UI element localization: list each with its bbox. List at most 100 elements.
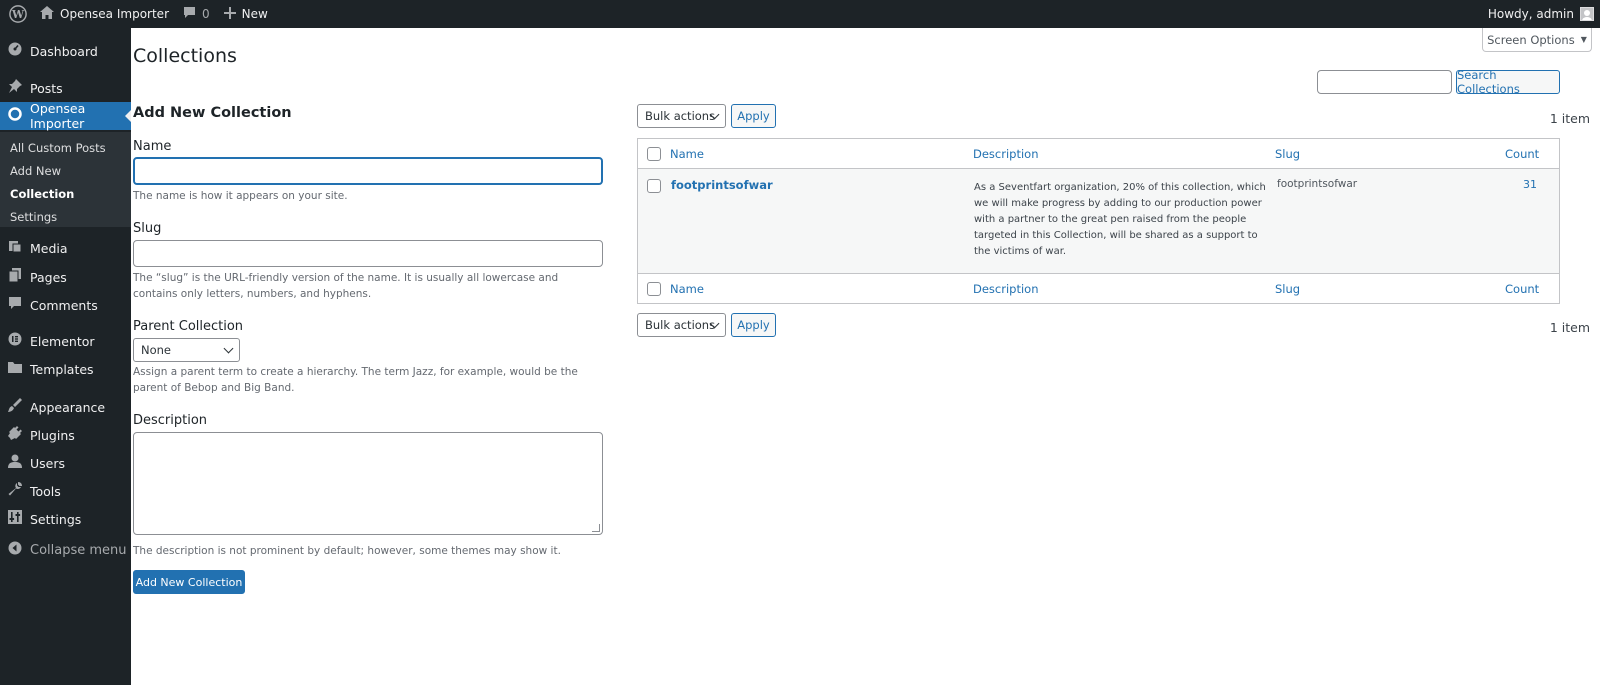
description-textarea[interactable] bbox=[133, 432, 603, 535]
collapse-menu-label: Collapse menu bbox=[30, 542, 127, 558]
submenu-item-all-custom-posts[interactable]: All Custom Posts bbox=[10, 141, 106, 155]
select-all-checkbox[interactable] bbox=[647, 147, 661, 161]
parent-collection-label: Parent Collection bbox=[133, 319, 244, 334]
table-footer: Name Description Slug Count bbox=[638, 273, 1559, 303]
name-help: The name is how it appears on your site. bbox=[133, 190, 348, 202]
submenu-item-add-new[interactable]: Add New bbox=[10, 164, 61, 178]
slug-help: The “slug” is the URL-friendly version o… bbox=[133, 272, 559, 300]
comment-icon bbox=[0, 296, 30, 314]
form-title: Add New Collection bbox=[133, 105, 292, 121]
bulk-actions-select-top[interactable]: Bulk actions bbox=[637, 104, 726, 128]
parent-help: Assign a parent term to create a hierarc… bbox=[133, 366, 578, 394]
my-account-link[interactable]: Howdy, admin bbox=[1481, 0, 1600, 28]
bulk-actions-label: Bulk actions bbox=[645, 109, 716, 123]
comments-count: 0 bbox=[202, 7, 210, 21]
sidebar-item-label: Media bbox=[30, 240, 68, 256]
wordpress-logo-icon[interactable]: W bbox=[3, 0, 33, 28]
sidebar-item-label: Tools bbox=[30, 483, 61, 499]
sidebar-item-posts[interactable]: Posts bbox=[0, 74, 131, 102]
pages-icon bbox=[0, 268, 30, 286]
column-header-description[interactable]: Description bbox=[973, 147, 1039, 161]
slug-field[interactable] bbox=[133, 240, 603, 267]
sidebar-item-label: Pages bbox=[30, 269, 67, 285]
row-count-link[interactable]: 31 bbox=[1523, 178, 1537, 191]
row-description: As a Seventfart organization, 20% of thi… bbox=[974, 182, 1266, 257]
plus-icon bbox=[223, 6, 236, 22]
sidebar-item-templates[interactable]: Templates bbox=[0, 355, 131, 383]
main-content: Screen Options ▼ Collections Search Coll… bbox=[131, 28, 1600, 685]
column-footer-name[interactable]: Name bbox=[670, 282, 704, 296]
column-footer-count[interactable]: Count bbox=[1505, 282, 1539, 296]
sidebar-item-plugins[interactable]: Plugins bbox=[0, 421, 131, 449]
sidebar-item-users[interactable]: Users bbox=[0, 449, 131, 477]
collapse-menu-button[interactable]: Collapse menu bbox=[0, 536, 131, 564]
sidebar-item-pages[interactable]: Pages bbox=[0, 263, 131, 291]
description-help: The description is not prominent by defa… bbox=[133, 545, 561, 557]
row-name-link[interactable]: footprintsofwar bbox=[671, 178, 773, 192]
sidebar-item-settings[interactable]: Settings bbox=[0, 505, 131, 533]
sidebar-submenu: All Custom Posts Add New Collection Sett… bbox=[0, 132, 131, 227]
avatar bbox=[1580, 7, 1594, 21]
sidebar-item-tools[interactable]: Tools bbox=[0, 477, 131, 505]
column-header-name[interactable]: Name bbox=[670, 147, 704, 161]
apply-button-top[interactable]: Apply bbox=[731, 104, 776, 128]
sidebar-item-appearance[interactable]: Appearance bbox=[0, 393, 131, 421]
howdy-text: Howdy, admin bbox=[1487, 7, 1574, 21]
sidebar-item-label: Posts bbox=[30, 80, 63, 96]
plug-icon bbox=[0, 426, 30, 444]
pin-icon bbox=[0, 79, 30, 97]
chevron-down-icon bbox=[223, 343, 234, 354]
user-icon bbox=[0, 454, 30, 472]
collapse-arrow-icon bbox=[0, 541, 30, 559]
sidebar-item-dashboard[interactable]: Dashboard bbox=[0, 37, 131, 65]
sidebar-item-elementor[interactable]: Elementor bbox=[0, 327, 131, 355]
dropdown-arrow-icon: ▼ bbox=[1580, 35, 1587, 44]
table-header: Name Description Slug Count bbox=[638, 139, 1559, 169]
submenu-item-settings[interactable]: Settings bbox=[10, 210, 57, 224]
sidebar-item-label: Plugins bbox=[30, 427, 75, 443]
submenu-item-collection[interactable]: Collection bbox=[10, 187, 74, 201]
column-footer-slug[interactable]: Slug bbox=[1275, 282, 1300, 296]
sidebar-item-opensea-importer[interactable]: Opensea Importer bbox=[0, 101, 132, 131]
row-checkbox[interactable] bbox=[647, 179, 661, 193]
settings-icon bbox=[0, 510, 30, 528]
bulk-actions-label: Bulk actions bbox=[645, 318, 716, 332]
items-count-top: 1 item bbox=[1549, 111, 1590, 126]
sidebar-item-label: Comments bbox=[30, 297, 98, 313]
admin-sidebar: Dashboard Posts Opensea Importer All Cus… bbox=[0, 28, 132, 685]
sidebar-item-label: Dashboard bbox=[30, 43, 98, 59]
apply-button-bottom[interactable]: Apply bbox=[731, 313, 776, 337]
sidebar-item-label: Appearance bbox=[30, 399, 106, 415]
sidebar-item-media[interactable]: Media bbox=[0, 234, 131, 262]
bulk-actions-select-bottom[interactable]: Bulk actions bbox=[637, 313, 726, 337]
sidebar-item-label: Opensea Importer bbox=[30, 101, 86, 131]
sidebar-item-label: Elementor bbox=[30, 333, 95, 349]
page-title: Collections bbox=[133, 45, 237, 67]
resize-handle-icon[interactable] bbox=[592, 524, 600, 532]
parent-collection-select[interactable]: None bbox=[133, 338, 240, 362]
select-all-checkbox-footer[interactable] bbox=[647, 282, 661, 296]
column-header-count[interactable]: Count bbox=[1505, 147, 1539, 161]
sidebar-item-comments[interactable]: Comments bbox=[0, 291, 131, 319]
items-count-bottom: 1 item bbox=[1549, 320, 1590, 335]
add-new-collection-button[interactable]: Add New Collection bbox=[133, 570, 245, 594]
screen-options-button[interactable]: Screen Options ▼ bbox=[1482, 28, 1592, 52]
column-header-slug[interactable]: Slug bbox=[1275, 147, 1300, 161]
comment-bubble-icon bbox=[183, 6, 196, 22]
comments-link[interactable]: 0 bbox=[176, 0, 217, 28]
screen-options-label: Screen Options bbox=[1487, 32, 1575, 47]
search-collections-button[interactable]: Search Collections bbox=[1456, 68, 1560, 96]
folder-icon bbox=[0, 361, 30, 378]
column-footer-description[interactable]: Description bbox=[973, 282, 1039, 296]
admin-bar: W Opensea Importer 0 New Howdy, admin bbox=[0, 0, 1600, 28]
home-icon bbox=[40, 6, 54, 22]
name-field[interactable] bbox=[133, 157, 603, 185]
parent-collection-selected: None bbox=[141, 343, 172, 357]
table-row: footprintsofwar As a Seventfart organiza… bbox=[638, 169, 1559, 273]
site-name: Opensea Importer bbox=[60, 7, 169, 21]
circle-icon bbox=[0, 107, 30, 125]
new-content-link[interactable]: New bbox=[217, 0, 275, 28]
search-input[interactable] bbox=[1317, 70, 1452, 94]
dashboard-icon bbox=[0, 42, 30, 60]
site-name-link[interactable]: Opensea Importer bbox=[33, 0, 176, 28]
